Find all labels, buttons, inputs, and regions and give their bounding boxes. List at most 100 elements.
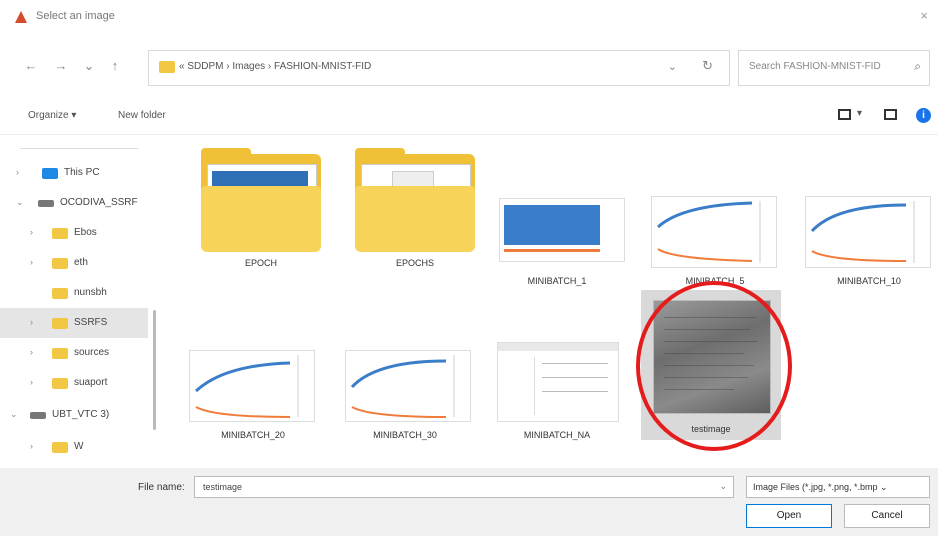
image-file-tile[interactable]: MINIBATCH_10 (799, 140, 938, 290)
up-folder-icon[interactable]: ↑ (106, 58, 124, 73)
chevron-right-icon[interactable]: › (30, 317, 33, 327)
file-name: MINIBATCH_10 (837, 276, 901, 286)
chevron-right-icon[interactable]: › (30, 441, 33, 451)
filename-value: testimage (203, 482, 243, 492)
image-thumbnail (189, 350, 315, 422)
image-file-tile[interactable]: MINIBATCH_20 (169, 330, 315, 480)
file-name: MINIBATCH_1 (527, 276, 587, 286)
preview-pane-icon[interactable] (884, 109, 897, 120)
sidebar-item-label: SSRFS (74, 317, 108, 328)
sidebar-item-folder[interactable]: nunsbh (0, 278, 148, 308)
sidebar-item-folder[interactable]: › W (0, 432, 148, 462)
filetype-select[interactable]: Image Files (*.jpg, *.png, *.bmp ⌄ (746, 476, 930, 498)
chevron-right-icon[interactable]: › (30, 257, 33, 267)
chevron-down-icon[interactable]: ⌄ (16, 197, 24, 208)
folder-icon (159, 61, 175, 73)
folder-icon (52, 288, 68, 299)
image-file-tile[interactable]: MINIBATCH_NA (487, 330, 627, 480)
image-thumbnail (497, 342, 619, 422)
folder-icon (52, 318, 68, 329)
close-icon[interactable]: × (920, 8, 928, 23)
chevron-right-icon[interactable]: › (16, 167, 19, 177)
image-file-tile[interactable]: MINIBATCH_30 (335, 330, 475, 480)
sidebar-item-selected-folder[interactable]: › SSRFS (0, 308, 148, 338)
chevron-right-icon[interactable]: › (30, 347, 33, 357)
chevron-down-icon[interactable]: ⌄ (719, 481, 727, 492)
chevron-down-icon[interactable]: ⌄ (668, 60, 677, 73)
sidebar-item-folder[interactable]: › suaport (0, 368, 148, 398)
sidebar-item-this-pc[interactable]: › This PC (0, 158, 148, 188)
file-name: MINIBATCH_30 (373, 430, 437, 440)
file-name: EPOCHS (395, 258, 434, 268)
filename-label: File name: (138, 482, 185, 493)
sidebar-item-label: suaport (74, 377, 108, 388)
chevron-down-icon[interactable]: ⌄ (10, 409, 18, 420)
pc-icon (42, 168, 58, 179)
folder-icon (52, 442, 68, 453)
sidebar-item-label: Ebos (74, 227, 97, 238)
window-title: Select an image (36, 10, 115, 22)
sidebar-item-folder[interactable]: › Ebos (0, 218, 148, 248)
sidebar-item-drive[interactable]: ⌄ UBT_VTC 3) (0, 400, 148, 430)
folder-tile[interactable]: EPOCHS (323, 140, 475, 290)
image-thumbnail (499, 198, 625, 262)
search-input[interactable]: Search FASHION-MNIST-FID ⌕ (738, 50, 930, 86)
search-placeholder: Search FASHION-MNIST-FID (749, 61, 881, 72)
sidebar-item-label: UBT_VTC 3) (52, 409, 110, 420)
breadcrumb[interactable]: « SDDPM › Images › FASHION-MNIST-FID (179, 61, 371, 72)
image-thumbnail (805, 196, 931, 268)
divider (20, 148, 138, 149)
navigation-pane: › This PC ⌄ OCODIVA_SSRF › Ebos › eth nu… (0, 140, 160, 470)
back-arrow-icon[interactable]: ← (22, 58, 40, 73)
navigation-row: ← → ⌄ ↑ « SDDPM › Images › FASHION-MNIST… (0, 50, 938, 86)
chevron-right-icon[interactable]: › (30, 377, 33, 387)
new-folder-button[interactable]: New folder (118, 110, 166, 121)
chevron-down-icon[interactable]: ▾ (857, 108, 862, 119)
drive-icon (38, 200, 54, 207)
sidebar-item-label: OCODIVA_SSRF (60, 197, 138, 208)
open-button[interactable]: Open (746, 504, 832, 528)
drive-icon (30, 412, 46, 419)
image-thumbnail (345, 350, 471, 422)
annotation-circle (636, 281, 792, 451)
folder-icon (52, 378, 68, 389)
app-icon (15, 11, 27, 23)
organize-button[interactable]: Organize ▾ (28, 110, 76, 121)
sidebar-item-drive[interactable]: ⌄ OCODIVA_SSRF (0, 188, 148, 218)
file-name: MINIBATCH_20 (221, 430, 285, 440)
image-file-tile[interactable]: MINIBATCH_1 (487, 140, 627, 290)
recent-locations-icon[interactable]: ⌄ (80, 58, 98, 74)
view-options-icon[interactable] (838, 109, 851, 120)
sidebar-item-label: This PC (64, 167, 100, 178)
folder-tile[interactable]: EPOCH (169, 140, 321, 290)
image-thumbnail (651, 196, 777, 268)
refresh-icon[interactable]: ↻ (702, 58, 713, 74)
sidebar-item-folder[interactable]: › eth (0, 248, 148, 278)
dialog-footer: File name: testimage ⌄ Image Files (*.jp… (0, 468, 938, 536)
folder-icon (52, 228, 68, 239)
folder-icon (52, 258, 68, 269)
help-icon[interactable]: i (916, 108, 931, 123)
image-file-tile[interactable]: MINIBATCH_5 (645, 140, 785, 290)
title-bar: Select an image × (0, 0, 938, 34)
sidebar-item-label: W (74, 441, 84, 452)
address-bar[interactable]: « SDDPM › Images › FASHION-MNIST-FID ⌄ ↻ (148, 50, 730, 86)
sidebar-item-label: eth (74, 257, 88, 268)
sidebar-item-folder[interactable]: › sources (0, 338, 148, 368)
command-bar: Organize ▾ New folder ▾ i (0, 100, 938, 135)
chevron-right-icon[interactable]: › (30, 227, 33, 237)
file-name: EPOCH (244, 258, 277, 268)
open-file-dialog: Select an image × ← → ⌄ ↑ « SDDPM › Imag… (0, 0, 938, 536)
cancel-button[interactable]: Cancel (844, 504, 930, 528)
sidebar-item-label: sources (74, 347, 110, 358)
filetype-value: Image Files (*.jpg, *.png, *.bmp ⌄ (753, 482, 888, 492)
scrollbar[interactable] (153, 310, 156, 430)
sidebar-item-label: nunsbh (74, 287, 107, 298)
filename-field[interactable]: testimage ⌄ (194, 476, 734, 498)
folder-front (355, 186, 475, 252)
forward-arrow-icon[interactable]: → (52, 58, 70, 73)
file-name: MINIBATCH_NA (523, 430, 591, 440)
folder-front (201, 186, 321, 252)
file-list: EPOCH EPOCHS MINIBATCH_1 MINIBATCH_5 MIN… (165, 140, 938, 470)
search-icon: ⌕ (914, 59, 921, 73)
